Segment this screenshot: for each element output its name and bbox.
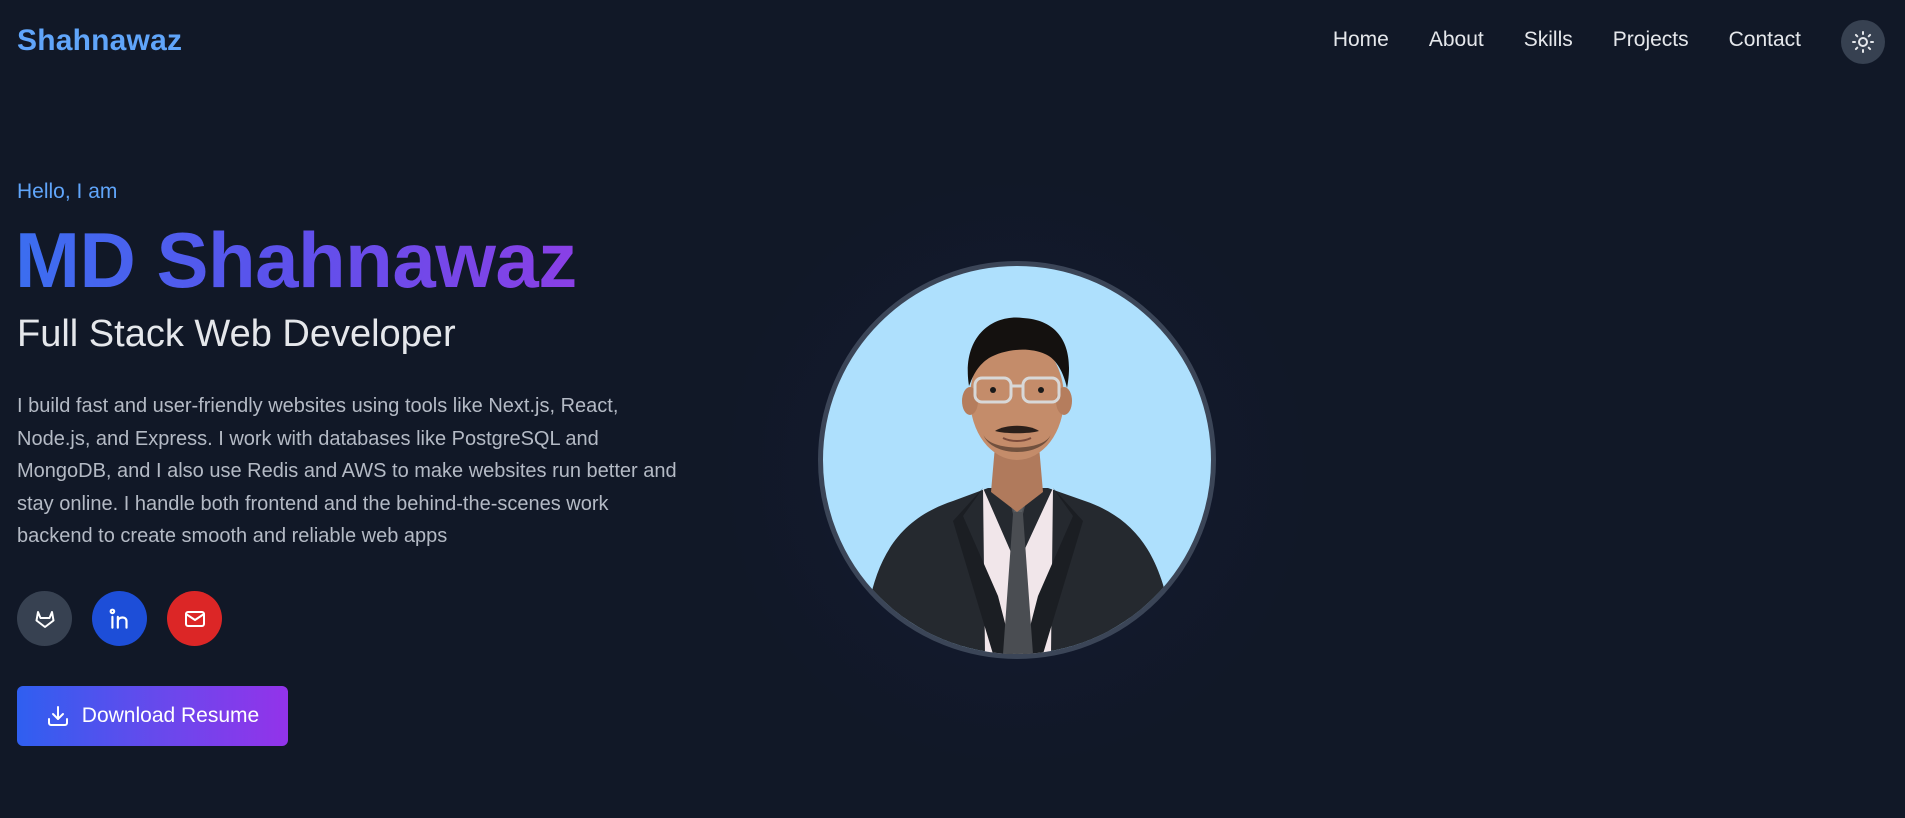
- person-illustration: [863, 317, 1175, 654]
- hero-greeting: Hello, I am: [17, 180, 118, 203]
- gitlab-link[interactable]: [17, 591, 72, 646]
- sun-icon: [1852, 31, 1874, 53]
- mail-icon: [184, 610, 205, 627]
- portfolio-page: Shahnawaz Home About Skills Projects Con…: [0, 0, 1905, 818]
- nav-link-home[interactable]: Home: [1333, 28, 1389, 52]
- gitlab-icon: [35, 610, 54, 628]
- social-links: [17, 591, 222, 646]
- linkedin-link[interactable]: [92, 591, 147, 646]
- linkedin-icon: [109, 608, 128, 629]
- navbar: Shahnawaz Home About Skills Projects Con…: [0, 0, 1905, 84]
- email-link[interactable]: [167, 591, 222, 646]
- hero-role: Full Stack Web Developer: [17, 313, 456, 355]
- nav-link-about[interactable]: About: [1429, 28, 1484, 52]
- nav-link-projects[interactable]: Projects: [1613, 28, 1689, 52]
- nav-link-skills[interactable]: Skills: [1524, 28, 1573, 52]
- download-resume-button[interactable]: Download Resume: [17, 686, 288, 746]
- download-icon: [47, 706, 68, 726]
- nav-links: Home About Skills Projects Contact: [1333, 28, 1801, 52]
- download-resume-label: Download Resume: [81, 704, 260, 727]
- nav-link-contact[interactable]: Contact: [1729, 28, 1801, 52]
- brand-logo[interactable]: Shahnawaz: [17, 24, 182, 58]
- theme-toggle-button[interactable]: [1841, 20, 1885, 64]
- hero-name: MD Shahnawaz: [15, 216, 577, 304]
- hero-bio: I build fast and user-friendly websites …: [17, 395, 677, 547]
- profile-photo: [818, 261, 1216, 659]
